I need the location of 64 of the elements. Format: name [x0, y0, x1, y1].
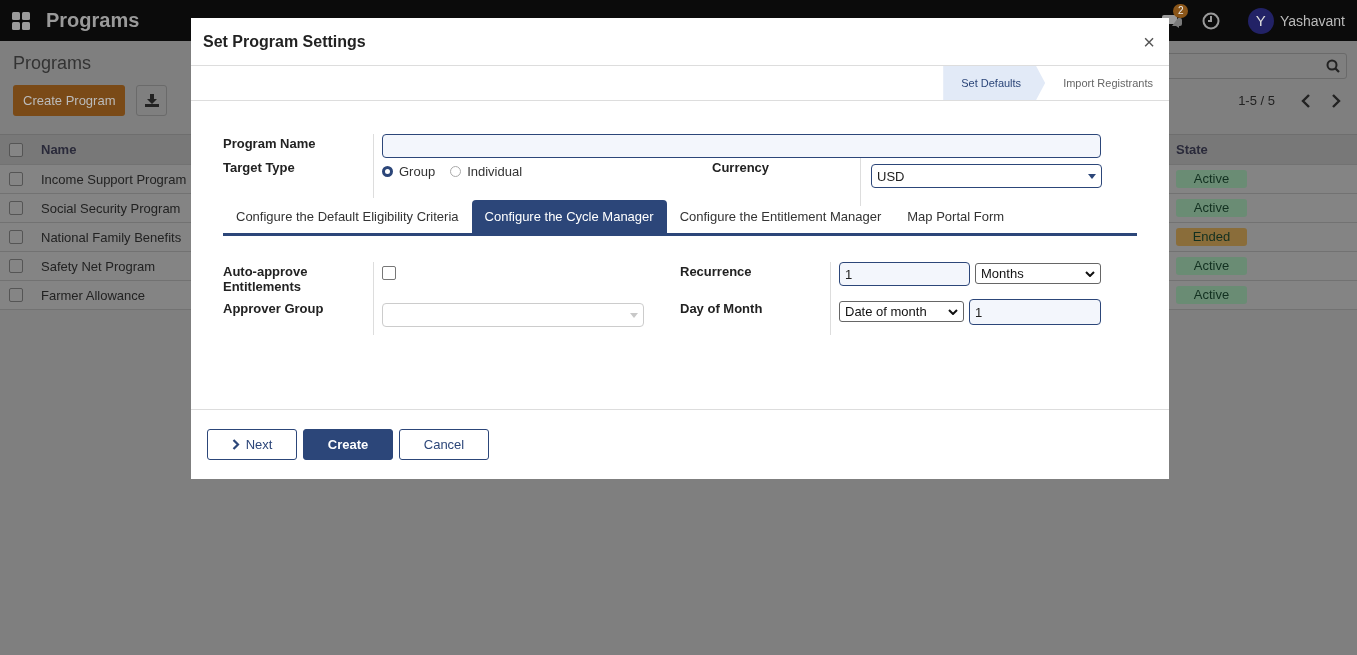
- field-label: Currency: [712, 159, 771, 177]
- search-icon: [1326, 59, 1340, 73]
- table-cell-text: Farmer Allowance: [40, 287, 146, 303]
- state-tag: Active: [1176, 286, 1247, 304]
- chevron-icon: [948, 308, 958, 315]
- create-button[interactable]: Create: [303, 429, 393, 460]
- state-tag: Active: [1176, 170, 1247, 188]
- radio-button[interactable]: [450, 166, 462, 177]
- select-all-checkbox[interactable]: [9, 142, 23, 157]
- chevron-icon: [231, 439, 240, 450]
- field-label: Target Type: [223, 159, 296, 177]
- tab[interactable]: Configure the Cycle Manager: [471, 200, 667, 233]
- caret-icon: [1088, 173, 1096, 179]
- user-avatar[interactable]: Y: [1247, 7, 1274, 34]
- status-step[interactable]: Set Defaults: [943, 66, 1046, 100]
- field-label: Program Name: [223, 135, 317, 153]
- recurrence-field[interactable]: 1: [839, 262, 970, 286]
- breadcrumb: Programs: [13, 53, 93, 74]
- state-tag: Ended: [1176, 228, 1247, 246]
- field-label: Day of Month: [680, 300, 764, 318]
- row-checkbox[interactable]: [9, 172, 23, 186]
- field-label: Approver Group: [223, 300, 325, 318]
- table-cell-text: Social Security Program: [40, 200, 181, 216]
- tab[interactable]: Configure the Default Eligibility Criteria: [223, 200, 472, 233]
- row-checkbox[interactable]: [9, 259, 23, 273]
- clock-icon[interactable]: [1201, 11, 1220, 30]
- state-tag: Active: [1176, 257, 1247, 275]
- caret-icon: [630, 312, 638, 318]
- tab[interactable]: Configure the Entitlement Manager: [666, 200, 895, 233]
- app-name: Programs: [46, 9, 140, 32]
- cancel-button[interactable]: Cancel: [399, 429, 489, 460]
- table-cell-text: Income Support Program: [40, 171, 187, 187]
- download-icon: [145, 94, 159, 107]
- day-mode-select[interactable]: Date of month: [839, 301, 964, 322]
- status-step[interactable]: Import Registrants: [1045, 66, 1169, 100]
- pager-value: 1-5 / 5: [1238, 93, 1275, 108]
- unit-select[interactable]: Months: [975, 263, 1101, 284]
- field-label: Recurrence: [680, 263, 753, 281]
- day-field[interactable]: 1: [969, 299, 1101, 325]
- user-name[interactable]: Yashavant: [1279, 12, 1345, 29]
- previous-icon[interactable]: [1301, 93, 1311, 108]
- row-checkbox[interactable]: [9, 230, 23, 244]
- download-button[interactable]: [136, 85, 168, 116]
- radio-label[interactable]: Group: [399, 164, 436, 179]
- close-button[interactable]: ×: [1141, 31, 1157, 52]
- radio-button[interactable]: [382, 166, 393, 177]
- message-count: 2: [1172, 3, 1189, 18]
- table-cell-text: National Family Benefits: [40, 229, 182, 245]
- currency-select[interactable]: USD: [871, 164, 1102, 188]
- tab[interactable]: Map Portal Form: [894, 200, 1018, 233]
- field-label: Auto-approve Entitlements: [223, 263, 309, 296]
- program-name-field[interactable]: [382, 134, 1101, 158]
- state-tag: Active: [1176, 199, 1247, 217]
- apps-icon[interactable]: [12, 11, 30, 30]
- chevron-icon: [1085, 270, 1095, 277]
- checkbox[interactable]: [382, 266, 396, 280]
- next-icon[interactable]: [1331, 93, 1341, 108]
- row-checkbox[interactable]: [9, 288, 23, 302]
- create-button[interactable]: Create Program: [13, 85, 126, 116]
- row-checkbox[interactable]: [9, 201, 23, 215]
- table-cell-text: Safety Net Program: [40, 258, 156, 274]
- next-button[interactable]: Next: [207, 429, 297, 460]
- dialog-title: Set Program Settings: [203, 32, 366, 51]
- radio-label[interactable]: Individual: [467, 164, 523, 179]
